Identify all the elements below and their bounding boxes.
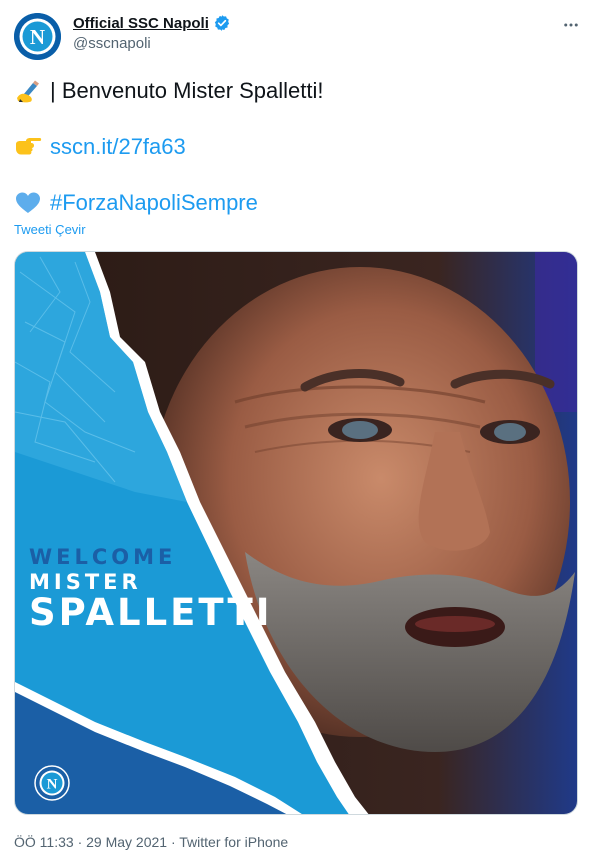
tweet-media-image[interactable]: WELCOME MISTER SPALLETTI N [14, 251, 578, 815]
badge-letter: N [47, 777, 58, 793]
tweet-line-2: sscn.it/27fa63 [14, 132, 574, 162]
translate-tweet-link[interactable]: Tweeti Çevir [14, 222, 86, 237]
author-handle[interactable]: @sscnapoli [73, 35, 231, 52]
hashtag-link[interactable]: #ForzaNapoliSempre [50, 188, 258, 218]
avatar[interactable]: N [14, 13, 61, 60]
tweet-metadata: ÖÖ 11:33 · 29 May 2021 · Twitter for iPh… [14, 834, 288, 850]
tweet-line-3: #ForzaNapoliSempre [14, 188, 574, 218]
media-headline-spalletti: SPALLETTI [29, 591, 273, 634]
ssc-napoli-badge-icon: N [34, 765, 70, 801]
media-headline-welcome: WELCOME [29, 545, 177, 569]
tweet-text: | Benvenuto Mister Spalletti! sscn.it/27… [14, 76, 574, 218]
pointing-hand-icon [14, 133, 42, 161]
avatar-letter: N [30, 25, 45, 49]
tweet-line-1: | Benvenuto Mister Spalletti! [14, 76, 574, 106]
tweet-card: N Official SSC Napoli @sscnapoli | Benve… [0, 0, 598, 857]
blue-heart-icon [14, 189, 42, 217]
verified-badge-icon [213, 14, 231, 32]
ssc-napoli-logo-icon: N [14, 13, 61, 60]
tweet-line-1-text: | Benvenuto Mister Spalletti! [50, 78, 324, 103]
author-block: Official SSC Napoli @sscnapoli [73, 14, 231, 52]
spalletti-welcome-graphic [15, 252, 577, 814]
author-display-name[interactable]: Official SSC Napoli [73, 15, 209, 32]
tweet-time[interactable]: ÖÖ 11:33 [14, 834, 74, 850]
tweet-date[interactable]: 29 May 2021 [86, 834, 167, 850]
tweet-source[interactable]: Twitter for iPhone [179, 834, 288, 850]
meta-separator-1: · [77, 834, 83, 850]
more-options-button[interactable] [560, 14, 582, 36]
tweet-link[interactable]: sscn.it/27fa63 [50, 132, 186, 162]
more-options-icon [564, 23, 578, 27]
meta-separator-2: · [170, 834, 176, 850]
writing-hand-icon [14, 77, 42, 105]
